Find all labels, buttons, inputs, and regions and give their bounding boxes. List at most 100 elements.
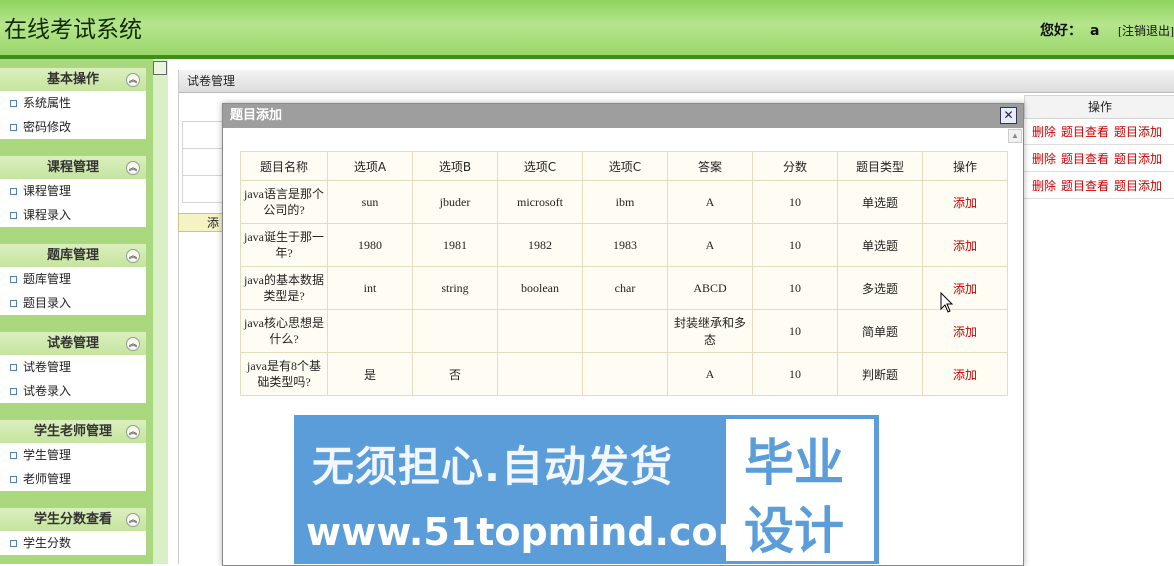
table-row: java诞生于那一年? 1980 1981 1982 1983 A 10 单选题…: [240, 223, 1008, 267]
answer: 封装继承和多态: [667, 309, 753, 353]
score: 10: [752, 352, 838, 396]
menu-group-header[interactable]: 学生分数查看 ︽: [0, 508, 146, 531]
question-name: java核心思想是什么?: [240, 309, 328, 353]
menu-group-course: 课程管理 ︽ 课程管理 课程录入: [0, 156, 146, 227]
bullet-icon: [10, 276, 17, 283]
add-link[interactable]: 添加: [922, 180, 1008, 224]
sidebar-item-student-scores[interactable]: 学生分数: [0, 531, 146, 555]
chevron-up-icon[interactable]: ︽: [126, 249, 140, 263]
table-cell: [182, 148, 224, 176]
close-icon[interactable]: ✕: [1000, 107, 1017, 124]
view-questions-link[interactable]: 题目查看: [1061, 152, 1109, 166]
view-questions-link[interactable]: 题目查看: [1061, 179, 1109, 193]
delete-link[interactable]: 删除: [1032, 125, 1056, 139]
add-link[interactable]: 添加: [922, 309, 1008, 353]
menu-group-header[interactable]: 基本操作 ︽: [0, 68, 146, 91]
menu-group-scores: 学生分数查看 ︽ 学生分数: [0, 508, 146, 555]
sidebar-item-paper-management[interactable]: 试卷管理: [0, 355, 146, 379]
question-name: java的基本数据类型是?: [240, 266, 328, 310]
question-name: java是有8个基础类型吗?: [240, 352, 328, 396]
menu-group-title: 学生老师管理: [33, 424, 112, 439]
chevron-up-icon[interactable]: ︽: [126, 73, 140, 87]
question-type: 多选题: [837, 266, 923, 310]
add-question-link[interactable]: 题目添加: [1114, 152, 1162, 166]
bullet-icon: [10, 452, 17, 459]
option-d: [582, 309, 668, 353]
current-user: a: [1090, 23, 1100, 39]
option-b: [412, 309, 498, 353]
sidebar-item-teacher-management[interactable]: 老师管理: [0, 467, 146, 491]
delete-link[interactable]: 删除: [1032, 152, 1056, 166]
add-paper-button[interactable]: 添: [178, 213, 226, 232]
dialog-titlebar[interactable]: 题目添加 ✕: [223, 104, 1023, 128]
menu-group-title: 学生分数查看: [33, 512, 112, 527]
bullet-icon: [10, 188, 17, 195]
dialog-title: 题目添加: [230, 108, 283, 123]
chevron-up-icon[interactable]: ︽: [126, 161, 140, 175]
add-question-link[interactable]: 题目添加: [1114, 179, 1162, 193]
sidebar-item-course-entry[interactable]: 课程录入: [0, 203, 146, 227]
sidebar-item-question-bank[interactable]: 题库管理: [0, 267, 146, 291]
option-a: [327, 309, 413, 353]
delete-link[interactable]: 删除: [1032, 179, 1056, 193]
sidebar-item-label: 学生分数: [23, 536, 72, 550]
option-c: [497, 352, 583, 396]
add-link[interactable]: 添加: [922, 266, 1008, 310]
score: 10: [752, 266, 838, 310]
column-header: 操作: [922, 151, 1008, 181]
scroll-up-icon[interactable]: ▲: [1008, 129, 1022, 143]
sidebar-item-course-management[interactable]: 课程管理: [0, 179, 146, 203]
menu-group-header[interactable]: 试卷管理 ︽: [0, 332, 146, 355]
add-question-link[interactable]: 题目添加: [1114, 125, 1162, 139]
banner-badge: 毕业 设计: [726, 419, 874, 561]
menu-group-header[interactable]: 课程管理 ︽: [0, 156, 146, 179]
banner-url: www.51topmind.com: [306, 510, 758, 554]
view-questions-link[interactable]: 题目查看: [1061, 125, 1109, 139]
sidebar-item-system-properties[interactable]: 系统属性: [0, 91, 146, 115]
collapse-toggle-icon[interactable]: [153, 61, 167, 75]
app-header: 在线考试系统 您好： a [注销退出]: [0, 0, 1174, 59]
menu-group-title: 基本操作: [46, 72, 99, 87]
menu-group-people: 学生老师管理 ︽ 学生管理 老师管理: [0, 420, 146, 491]
option-d: 1983: [582, 223, 668, 267]
chevron-up-icon[interactable]: ︽: [126, 337, 140, 351]
sidebar-item-label: 题目录入: [23, 296, 72, 310]
sidebar-item-label: 题库管理: [23, 272, 72, 286]
table-row-actions: 删除 题目查看 题目添加: [1024, 173, 1174, 199]
sidebar-item-label: 系统属性: [23, 96, 72, 110]
option-c: boolean: [497, 266, 583, 310]
sidebar: 基本操作 ︽ 系统属性 密码修改 课程管理 ︽ 课程管理 课程录入 题库管理 ︽ 题库…: [0, 59, 153, 564]
answer: A: [667, 180, 753, 224]
menu-group-title: 课程管理: [46, 160, 99, 175]
chevron-up-icon[interactable]: ︽: [126, 513, 140, 527]
menu-group-header[interactable]: 题库管理 ︽: [0, 244, 146, 267]
option-a: 1980: [327, 223, 413, 267]
column-header: 选项C: [582, 151, 668, 181]
add-link[interactable]: 添加: [922, 223, 1008, 267]
column-header: 答案: [667, 151, 753, 181]
column-header-actions: 操作: [1024, 95, 1174, 119]
option-b: 1981: [412, 223, 498, 267]
column-header: 选项C: [497, 151, 583, 181]
sidebar-item-label: 密码修改: [23, 120, 72, 134]
sidebar-splitter[interactable]: [153, 59, 168, 564]
chevron-up-icon[interactable]: ︽: [126, 425, 140, 439]
option-a: int: [327, 266, 413, 310]
logout-link[interactable]: [注销退出]: [1118, 22, 1174, 39]
watermark-banner: 无须担心.自动发货 www.51topmind.com 毕业 设计: [294, 415, 879, 564]
badge-line-1: 毕业: [744, 434, 844, 492]
option-a: sun: [327, 180, 413, 224]
table-row: java是有8个基础类型吗? 是 否 A 10 判断题 添加: [240, 352, 1008, 396]
question-type: 简单题: [837, 309, 923, 353]
sidebar-item-question-entry[interactable]: 题目录入: [0, 291, 146, 315]
sidebar-item-paper-entry[interactable]: 试卷录入: [0, 379, 146, 403]
sidebar-item-change-password[interactable]: 密码修改: [0, 115, 146, 139]
column-header: 选项A: [327, 151, 413, 181]
sidebar-item-student-management[interactable]: 学生管理: [0, 443, 146, 467]
option-b: jbuder: [412, 180, 498, 224]
question-type: 单选题: [837, 180, 923, 224]
menu-group-header[interactable]: 学生老师管理 ︽: [0, 420, 146, 443]
table-row: java的基本数据类型是? int string boolean char AB…: [240, 266, 1008, 310]
banner-slogan: 无须担心.自动发货: [312, 442, 673, 491]
add-link[interactable]: 添加: [922, 352, 1008, 396]
